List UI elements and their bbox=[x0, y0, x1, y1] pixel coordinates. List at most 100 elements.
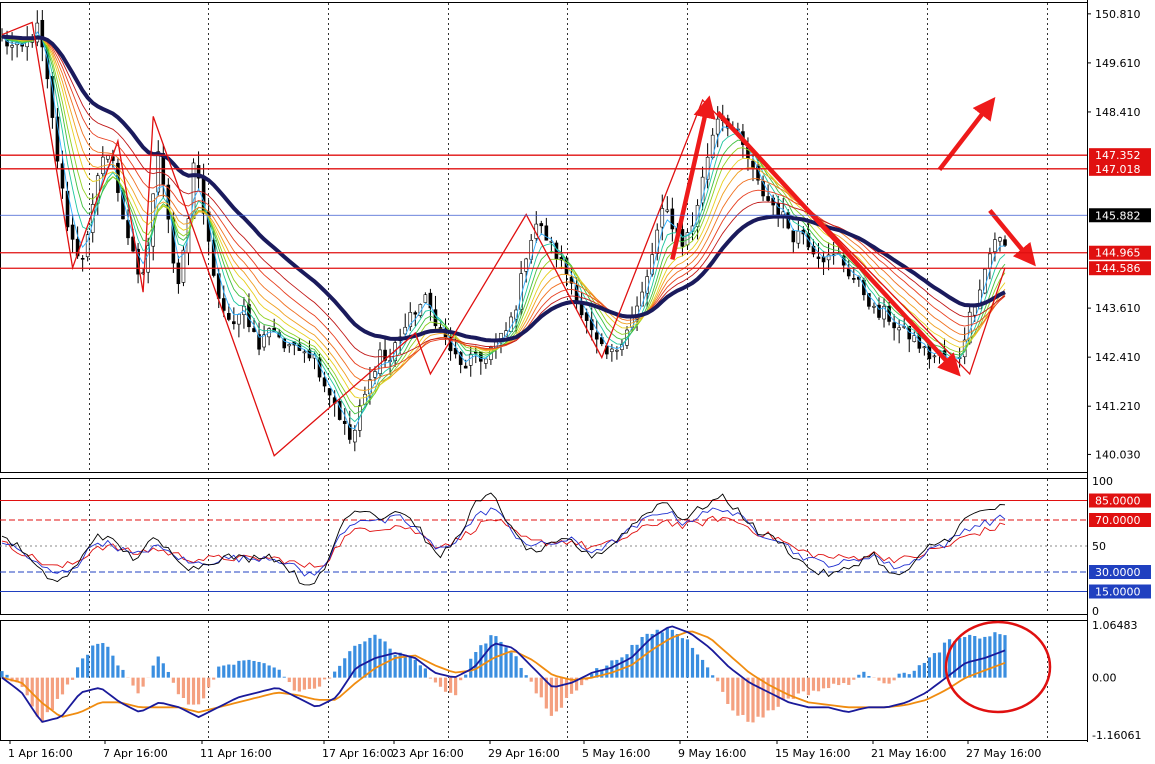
macd-bar-positive bbox=[907, 674, 911, 678]
macd-bar-negative bbox=[731, 677, 735, 711]
candle-down bbox=[670, 208, 675, 230]
macd-bar-positive bbox=[968, 634, 972, 678]
macd-bar-positive bbox=[81, 658, 85, 678]
date-tick-label: 9 May 16:00 bbox=[678, 747, 746, 760]
macd-bar-positive bbox=[333, 671, 337, 678]
macd-bar-positive bbox=[958, 638, 962, 678]
macd-bar-positive bbox=[484, 643, 488, 678]
macd-bar-positive bbox=[675, 634, 679, 678]
macd-bar-positive bbox=[76, 667, 80, 678]
macd-bar-negative bbox=[811, 677, 816, 691]
price-tick-label: 150.810 bbox=[1095, 8, 1141, 21]
macd-bar-positive bbox=[912, 670, 916, 678]
candle-up bbox=[715, 118, 720, 135]
macd-bar-negative bbox=[892, 677, 896, 681]
macd-bar-negative bbox=[741, 677, 745, 715]
macd-bar-positive bbox=[902, 672, 906, 678]
candle-up bbox=[524, 258, 528, 272]
macd-bar-negative bbox=[554, 677, 559, 712]
macd-bar-positive bbox=[91, 645, 95, 678]
macd-bar-negative bbox=[176, 677, 181, 695]
macd-bar-positive bbox=[917, 665, 921, 678]
candle-down bbox=[211, 240, 216, 276]
date-tick-label: 11 Apr 16:00 bbox=[200, 747, 272, 760]
macd-bar-negative bbox=[433, 677, 438, 683]
candle-down bbox=[554, 242, 559, 260]
panel-frame bbox=[0, 2, 1088, 473]
macd-bar-negative bbox=[448, 677, 453, 693]
macd-bar-negative bbox=[806, 677, 811, 696]
macd-bar-positive bbox=[403, 654, 407, 678]
candle-up bbox=[660, 208, 665, 228]
macd-bar-negative bbox=[801, 677, 805, 692]
candle-up bbox=[872, 305, 876, 308]
macd-bar-positive bbox=[630, 644, 634, 678]
macd-bar-positive bbox=[700, 659, 705, 678]
macd-bar-negative bbox=[564, 677, 569, 698]
candle-down bbox=[751, 160, 755, 168]
macd-bar-positive bbox=[156, 656, 160, 678]
macd-bar-negative bbox=[292, 677, 296, 691]
candle-up bbox=[615, 349, 619, 352]
candle-down bbox=[544, 225, 549, 241]
osc-tick-label: 0 bbox=[1092, 605, 1099, 618]
candle-up bbox=[998, 237, 1002, 242]
candle-down bbox=[322, 377, 327, 387]
macd-bar-negative bbox=[842, 677, 846, 684]
macd-bar-negative bbox=[428, 677, 433, 679]
date-tick-label: 21 May 16:00 bbox=[871, 747, 946, 760]
macd-bar-positive bbox=[857, 674, 861, 678]
candle-up bbox=[610, 348, 614, 352]
macd-bar-positive bbox=[927, 657, 931, 678]
macd-bar-negative bbox=[312, 677, 317, 689]
macd-bar-negative bbox=[55, 677, 60, 699]
macd-bar-positive bbox=[650, 633, 654, 678]
macd-bar-positive bbox=[222, 665, 226, 678]
macd-bar-positive bbox=[358, 644, 362, 678]
macd-bar-positive bbox=[101, 643, 105, 678]
candle-down bbox=[438, 327, 443, 329]
macd-bar-positive bbox=[504, 647, 508, 678]
candle-up bbox=[237, 313, 241, 325]
macd-bar-negative bbox=[136, 677, 140, 694]
macd-bar-negative bbox=[826, 677, 831, 689]
macd-bar-negative bbox=[716, 677, 720, 682]
macd-bar-positive bbox=[161, 663, 165, 678]
candle-up bbox=[665, 209, 670, 212]
osc-tick-label: 100 bbox=[1092, 475, 1113, 488]
macd-bar-positive bbox=[408, 656, 412, 678]
macd-bar-positive bbox=[947, 639, 952, 678]
candle-down bbox=[227, 313, 231, 320]
macd-bar-positive bbox=[499, 641, 503, 678]
macd-bar-positive bbox=[932, 653, 937, 678]
macd-bar-positive bbox=[610, 660, 614, 678]
macd-bar-negative bbox=[459, 677, 463, 681]
candle-down bbox=[327, 388, 332, 396]
macd-bar-negative bbox=[302, 677, 307, 690]
macd-bar-negative bbox=[196, 677, 201, 705]
macd-bar-positive bbox=[685, 639, 690, 678]
macd-bar-positive bbox=[0, 671, 4, 678]
macd-bar-negative bbox=[131, 677, 135, 686]
price-tick-label: 143.610 bbox=[1095, 302, 1141, 315]
candle-up bbox=[468, 353, 473, 366]
date-tick-label: 17 Apr 16:00 bbox=[322, 747, 394, 760]
price-tag-label: 144.586 bbox=[1095, 262, 1141, 275]
macd-bar-negative bbox=[181, 677, 186, 698]
macd-bar-negative bbox=[534, 677, 538, 694]
macd-bar-positive bbox=[86, 654, 90, 678]
candle-up bbox=[353, 429, 357, 443]
macd-bar-negative bbox=[549, 677, 553, 716]
macd-bar-negative bbox=[60, 677, 65, 695]
macd-bar-positive bbox=[257, 661, 261, 678]
macd-bar-positive bbox=[973, 636, 977, 678]
macd-bar-positive bbox=[867, 676, 871, 678]
candle-down bbox=[851, 278, 856, 280]
candle-down bbox=[539, 223, 544, 227]
macd-bar-negative bbox=[882, 677, 886, 684]
macd-bar-negative bbox=[70, 677, 75, 680]
macd-bar-positive bbox=[605, 665, 609, 678]
macd-bar-positive bbox=[524, 675, 528, 678]
candle-up bbox=[287, 344, 292, 347]
macd-bar-negative bbox=[852, 677, 856, 680]
